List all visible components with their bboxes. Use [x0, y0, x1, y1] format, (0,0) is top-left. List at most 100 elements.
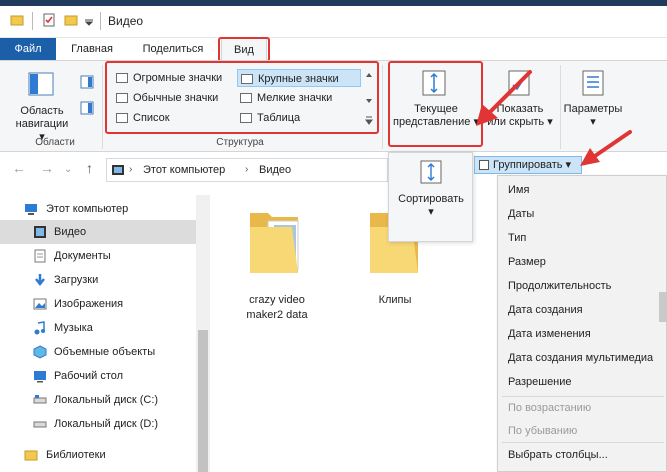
preview-pane-icon[interactable]: [80, 75, 94, 89]
layout-scroll-icon[interactable]: [364, 69, 374, 127]
nav-item-desktop-label: Рабочий стол: [54, 370, 124, 382]
computer-icon: [25, 204, 37, 215]
nav-item-documents-label: Документы: [54, 250, 111, 262]
nav-item-downloads-label: Загрузки: [54, 274, 99, 286]
navigation-pane-icon: [28, 72, 54, 96]
breadcrumb-this-pc[interactable]: Этот компьютер: [143, 164, 225, 176]
nav-item-downloads[interactable]: Загрузки: [0, 268, 196, 292]
nav-item-pictures[interactable]: Изображения: [0, 292, 196, 316]
group-by-size[interactable]: Размер: [508, 252, 546, 272]
nav-item-music[interactable]: Музыка: [0, 316, 196, 340]
nav-item-video-label: Видео: [54, 226, 87, 238]
current-view-icon: [422, 70, 446, 96]
current-view-button[interactable]: Текущее представление ▾: [390, 103, 482, 129]
folder-crazy-video-label-2: maker2 data: [246, 309, 308, 321]
nav-item-local-disk-d[interactable]: Локальный диск (D:): [0, 412, 196, 436]
options-button[interactable]: Параметры ▾: [560, 103, 626, 129]
layout-small-icons[interactable]: Мелкие значки: [237, 89, 361, 107]
nav-item-3d-objects-label: Объемные объекты: [54, 346, 156, 358]
group-by-resolution[interactable]: Разрешение: [508, 372, 572, 392]
group-by-type[interactable]: Тип: [508, 228, 526, 248]
app-icon[interactable]: [10, 13, 24, 27]
group-by-name[interactable]: Имя: [508, 180, 529, 200]
nav-item-libraries-label: Библиотеки: [46, 449, 106, 461]
address-bar[interactable]: › Этот компьютер › Видео: [106, 158, 388, 182]
3d-objects-icon: [33, 345, 47, 359]
group-by-duration[interactable]: Продолжительность: [508, 276, 611, 296]
forward-arrow-icon[interactable]: →: [40, 160, 54, 176]
customize-quick-access-icon[interactable]: [84, 13, 94, 27]
tab-share[interactable]: Поделиться: [134, 38, 212, 60]
layout-details[interactable]: Таблица: [237, 109, 361, 127]
show-hide-button[interactable]: Показать или скрыть ▾: [484, 103, 556, 129]
up-arrow-icon[interactable]: ↑: [86, 160, 93, 176]
sort-by-button[interactable]: Сортировать ▾: [393, 193, 469, 219]
layout-extra-large-icons[interactable]: Огромные значки: [113, 69, 235, 87]
group-by-button[interactable]: Группировать ▾: [474, 156, 582, 174]
window-top-strip: [0, 0, 667, 6]
navigation-pane-label-1: Область: [20, 105, 64, 117]
video-icon: [34, 226, 46, 238]
group-by-date-created[interactable]: Дата создания: [508, 300, 583, 320]
show-hide-label-2: или скрыть ▾: [487, 116, 553, 128]
nav-item-video[interactable]: Видео: [0, 220, 196, 244]
tab-view[interactable]: Вид: [221, 38, 267, 60]
layout-medium-icons[interactable]: Обычные значки: [113, 89, 235, 107]
sort-by-chevron-down-icon: ▾: [428, 206, 434, 218]
back-arrow-icon[interactable]: ←: [12, 160, 26, 176]
layout-small-icons-label: Мелкие значки: [257, 92, 333, 104]
documents-icon: [34, 249, 46, 263]
options-label: Параметры: [563, 103, 623, 115]
current-view-popup: Сортировать ▾: [388, 152, 473, 242]
nav-pane-scroll-thumb[interactable]: [198, 330, 208, 472]
folder-crazy-video-label-1: crazy video: [249, 294, 305, 306]
ribbon-separator: [102, 65, 103, 149]
nav-item-local-disk-c[interactable]: Локальный диск (C:): [0, 388, 196, 412]
layout-details-label: Таблица: [257, 112, 301, 124]
nav-item-this-pc-label: Этот компьютер: [46, 203, 129, 215]
ribbon-tabs: Файл Главная Поделиться Вид: [0, 38, 667, 60]
quick-access-separator: [32, 12, 33, 30]
medium-icons-icon: [116, 93, 128, 103]
new-folder-icon[interactable]: [64, 13, 78, 27]
layout-list-label: Список: [133, 112, 170, 124]
nav-item-libraries[interactable]: Библиотеки: [0, 443, 196, 467]
folder-icon[interactable]: [248, 203, 304, 275]
details-pane-icon[interactable]: [80, 101, 94, 115]
nav-item-desktop[interactable]: Рабочий стол: [0, 364, 196, 388]
video-folder-icon: [112, 165, 124, 175]
tab-home[interactable]: Главная: [62, 38, 122, 60]
nav-item-this-pc[interactable]: Этот компьютер: [0, 197, 196, 221]
list-icon: [116, 113, 128, 123]
nav-item-local-disk-d-label: Локальный диск (D:): [54, 418, 159, 430]
options-chevron-down-icon: ▾: [590, 116, 596, 128]
drive-icon: [33, 421, 47, 428]
content-scroll-thumb[interactable]: [659, 292, 667, 322]
ribbon: Область навигации ▾ Области Огромные зна…: [0, 60, 667, 152]
layout-large-icons-label: Крупные значки: [258, 73, 339, 85]
tab-file[interactable]: Файл: [0, 38, 56, 60]
panes-group-label: Области: [35, 137, 75, 148]
breadcrumb-video[interactable]: Видео: [259, 164, 291, 176]
nav-item-documents[interactable]: Документы: [0, 244, 196, 268]
group-by-dates[interactable]: Даты: [508, 204, 534, 224]
menu-separator: [502, 396, 664, 397]
recent-locations-chevron-icon[interactable]: ⌄: [64, 164, 72, 175]
extra-large-icons-icon: [116, 73, 128, 83]
group-by-media-created[interactable]: Дата создания мультимедиа: [508, 348, 653, 368]
layout-list[interactable]: Список: [113, 109, 235, 127]
folder-clips-label[interactable]: Клипы: [360, 293, 430, 308]
small-icons-icon: [240, 93, 252, 103]
properties-icon[interactable]: [42, 13, 56, 27]
nav-item-local-disk-c-label: Локальный диск (C:): [54, 394, 159, 406]
pictures-icon: [33, 298, 47, 310]
layout-medium-icons-label: Обычные значки: [133, 92, 219, 104]
folder-crazy-video-label[interactable]: crazy video maker2 data: [232, 293, 322, 323]
group-by-date-modified[interactable]: Дата изменения: [508, 324, 591, 344]
nav-item-3d-objects[interactable]: Объемные объекты: [0, 340, 196, 364]
choose-columns[interactable]: Выбрать столбцы...: [508, 445, 608, 465]
layout-group-label: Структура: [216, 137, 264, 148]
current-view-label-2: представление ▾: [393, 116, 479, 128]
group-by-menu: Имя Даты Тип Размер Продолжительность Да…: [497, 175, 667, 472]
layout-large-icons[interactable]: Крупные значки: [237, 69, 361, 87]
